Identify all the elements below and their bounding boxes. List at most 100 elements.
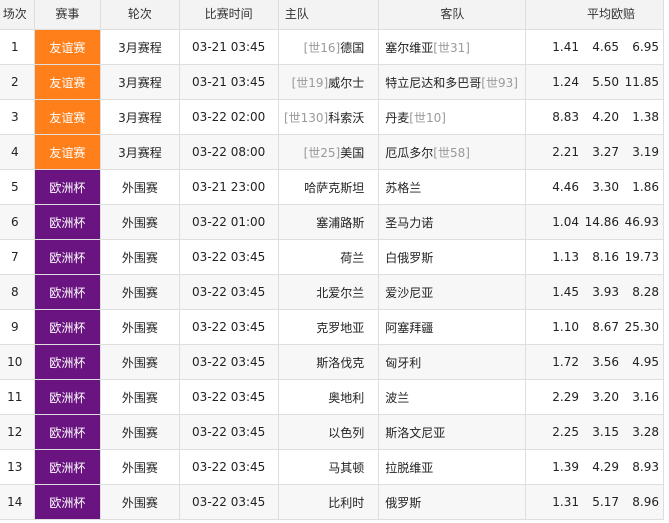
average-odds-cell[interactable]: 8.83 4.20 1.38 — [525, 99, 664, 135]
home-team-name[interactable]: 塞浦路斯 — [316, 216, 364, 230]
table-row[interactable]: 2 友谊赛 3月赛程 03-21 03:45 [世19]威尔士 特立尼达和多巴哥[世93]… — [0, 64, 664, 100]
average-odds-cell[interactable]: 1.72 3.56 4.95 — [525, 344, 664, 380]
table-row[interactable]: 14 欧洲杯 外围赛 03-22 03:45 比利时 俄罗斯 1.31 5.17 8.96 — [0, 484, 664, 520]
home-team-name[interactable]: 荷兰 — [340, 251, 364, 265]
table-row[interactable]: 12 欧洲杯 外围赛 03-22 03:45 以色列 斯洛文尼亚 2.25 3.15 3.28 — [0, 414, 664, 450]
home-team-name[interactable]: 马其顿 — [328, 461, 364, 475]
away-team-name[interactable]: 白俄罗斯 — [385, 251, 433, 265]
home-team-name[interactable]: 斯洛伐克 — [316, 356, 364, 370]
event-badge[interactable]: 欧洲杯 — [33, 449, 102, 485]
table-row[interactable]: 9 欧洲杯 外围赛 03-22 03:45 克罗地亚 阿塞拜疆 1.10 8.67 25.30 — [0, 309, 664, 345]
average-odds-cell[interactable]: 1.24 5.50 11.85 — [525, 64, 664, 100]
away-team-cell[interactable]: 塞尔维亚[世31] — [378, 29, 527, 65]
away-team-name[interactable]: 拉脱维亚 — [385, 461, 433, 475]
event-badge[interactable]: 友谊赛 — [33, 134, 102, 170]
away-team-name[interactable]: 圣马力诺 — [385, 216, 433, 230]
average-odds-cell[interactable]: 4.46 3.30 1.86 — [525, 169, 664, 205]
average-odds-cell[interactable]: 1.31 5.17 8.96 — [525, 484, 664, 520]
home-team-cell[interactable]: 荷兰 — [277, 239, 380, 275]
event-badge[interactable]: 欧洲杯 — [33, 379, 102, 415]
away-team-cell[interactable]: 厄瓜多尔[世58] — [378, 134, 527, 170]
home-team-cell[interactable]: 北爱尔兰 — [277, 274, 380, 310]
away-team-cell[interactable]: 苏格兰 — [378, 169, 527, 205]
away-team-cell[interactable]: 拉脱维亚 — [378, 449, 527, 485]
away-team-name[interactable]: 斯洛文尼亚 — [385, 426, 445, 440]
away-team-name[interactable]: 塞尔维亚 — [385, 41, 433, 55]
home-team-name[interactable]: 美国 — [340, 146, 364, 160]
home-team-name[interactable]: 威尔士 — [328, 76, 364, 90]
home-team-cell[interactable]: 克罗地亚 — [277, 309, 380, 345]
away-team-cell[interactable]: 白俄罗斯 — [378, 239, 527, 275]
away-team-cell[interactable]: 斯洛文尼亚 — [378, 414, 527, 450]
away-team-name[interactable]: 特立尼达和多巴哥 — [385, 76, 481, 90]
average-odds-cell[interactable]: 2.29 3.20 3.16 — [525, 379, 664, 415]
away-team-cell[interactable]: 波兰 — [378, 379, 527, 415]
away-team-cell[interactable]: 阿塞拜疆 — [378, 309, 527, 345]
event-badge[interactable]: 友谊赛 — [33, 99, 102, 135]
home-team-name[interactable]: 北爱尔兰 — [316, 286, 364, 300]
away-team-cell[interactable]: 圣马力诺 — [378, 204, 527, 240]
home-team-name[interactable]: 比利时 — [328, 496, 364, 510]
table-row[interactable]: 5 欧洲杯 外围赛 03-21 23:00 哈萨克斯坦 苏格兰 4.46 3.30 1.86 — [0, 169, 664, 205]
away-team-name[interactable]: 厄瓜多尔 — [385, 146, 433, 160]
event-badge[interactable]: 欧洲杯 — [33, 484, 102, 520]
odds-draw: 3.20 — [592, 390, 619, 404]
average-odds-cell[interactable]: 1.39 4.29 8.93 — [525, 449, 664, 485]
away-team-cell[interactable]: 匈牙利 — [378, 344, 527, 380]
away-team-name[interactable]: 苏格兰 — [385, 181, 421, 195]
event-badge[interactable]: 欧洲杯 — [33, 344, 102, 380]
home-team-name[interactable]: 哈萨克斯坦 — [304, 181, 364, 195]
away-team-name[interactable]: 爱沙尼亚 — [385, 286, 433, 300]
away-team-name[interactable]: 匈牙利 — [385, 356, 421, 370]
average-odds-cell[interactable]: 1.10 8.67 25.30 — [525, 309, 664, 345]
home-team-cell[interactable]: [世130]科索沃 — [277, 99, 380, 135]
home-team-cell[interactable]: [世16]德国 — [277, 29, 380, 65]
average-odds-cell[interactable]: 2.21 3.27 3.19 — [525, 134, 664, 170]
table-row[interactable]: 10 欧洲杯 外围赛 03-22 03:45 斯洛伐克 匈牙利 1.72 3.56 4.95 — [0, 344, 664, 380]
home-team-cell[interactable]: 塞浦路斯 — [277, 204, 380, 240]
home-team-name[interactable]: 奥地利 — [328, 391, 364, 405]
average-odds-cell[interactable]: 1.41 4.65 6.95 — [525, 29, 664, 65]
table-row[interactable]: 4 友谊赛 3月赛程 03-22 08:00 [世25]美国 厄瓜多尔[世58] 2.21 3… — [0, 134, 664, 170]
average-odds-cell[interactable]: 1.13 8.16 19.73 — [525, 239, 664, 275]
table-row[interactable]: 3 友谊赛 3月赛程 03-22 02:00 [世130]科索沃 丹麦[世10] 8.83 4… — [0, 99, 664, 135]
home-team-cell[interactable]: 奥地利 — [277, 379, 380, 415]
event-badge[interactable]: 欧洲杯 — [33, 169, 102, 205]
away-team-cell[interactable]: 特立尼达和多巴哥[世93] — [378, 64, 527, 100]
away-team-cell[interactable]: 俄罗斯 — [378, 484, 527, 520]
table-row[interactable]: 8 欧洲杯 外围赛 03-22 03:45 北爱尔兰 爱沙尼亚 1.45 3.93 8.28 — [0, 274, 664, 310]
average-odds-cell[interactable]: 1.04 14.86 46.93 — [525, 204, 664, 240]
home-team-name[interactable]: 科索沃 — [328, 111, 364, 125]
home-team-name[interactable]: 克罗地亚 — [316, 321, 364, 335]
event-badge[interactable]: 欧洲杯 — [33, 309, 102, 345]
home-team-cell[interactable]: 比利时 — [277, 484, 380, 520]
away-team-name[interactable]: 俄罗斯 — [385, 496, 421, 510]
event-badge[interactable]: 欧洲杯 — [33, 239, 102, 275]
away-team-cell[interactable]: 丹麦[世10] — [378, 99, 527, 135]
event-badge[interactable]: 友谊赛 — [33, 64, 102, 100]
home-team-cell[interactable]: [世25]美国 — [277, 134, 380, 170]
event-badge[interactable]: 欧洲杯 — [33, 414, 102, 450]
event-badge[interactable]: 欧洲杯 — [33, 204, 102, 240]
away-team-name[interactable]: 丹麦 — [385, 111, 409, 125]
home-team-cell[interactable]: 斯洛伐克 — [277, 344, 380, 380]
table-row[interactable]: 7 欧洲杯 外围赛 03-22 03:45 荷兰 白俄罗斯 1.13 8.16 19.73 — [0, 239, 664, 275]
away-team-cell[interactable]: 爱沙尼亚 — [378, 274, 527, 310]
home-team-name[interactable]: 以色列 — [328, 426, 364, 440]
away-team-name[interactable]: 阿塞拜疆 — [385, 321, 433, 335]
table-row[interactable]: 13 欧洲杯 外围赛 03-22 03:45 马其顿 拉脱维亚 1.39 4.29 8.93 — [0, 449, 664, 485]
home-team-cell[interactable]: [世19]威尔士 — [277, 64, 380, 100]
away-team-name[interactable]: 波兰 — [385, 391, 409, 405]
home-team-name[interactable]: 德国 — [340, 41, 364, 55]
average-odds-cell[interactable]: 1.45 3.93 8.28 — [525, 274, 664, 310]
home-team-cell[interactable]: 哈萨克斯坦 — [277, 169, 380, 205]
table-row[interactable]: 1 友谊赛 3月赛程 03-21 03:45 [世16]德国 塞尔维亚[世31] 1.41 4… — [0, 29, 664, 65]
event-badge[interactable]: 友谊赛 — [33, 29, 102, 65]
home-team-cell[interactable]: 以色列 — [277, 414, 380, 450]
table-row[interactable]: 6 欧洲杯 外围赛 03-22 01:00 塞浦路斯 圣马力诺 1.04 14.86 46.93 — [0, 204, 664, 240]
event-badge[interactable]: 欧洲杯 — [33, 274, 102, 310]
table-row[interactable]: 11 欧洲杯 外围赛 03-22 03:45 奥地利 波兰 2.29 3.20 3.16 — [0, 379, 664, 415]
home-team-cell[interactable]: 马其顿 — [277, 449, 380, 485]
average-odds-cell[interactable]: 2.25 3.15 3.28 — [525, 414, 664, 450]
odds-away-win: 8.93 — [632, 460, 659, 474]
